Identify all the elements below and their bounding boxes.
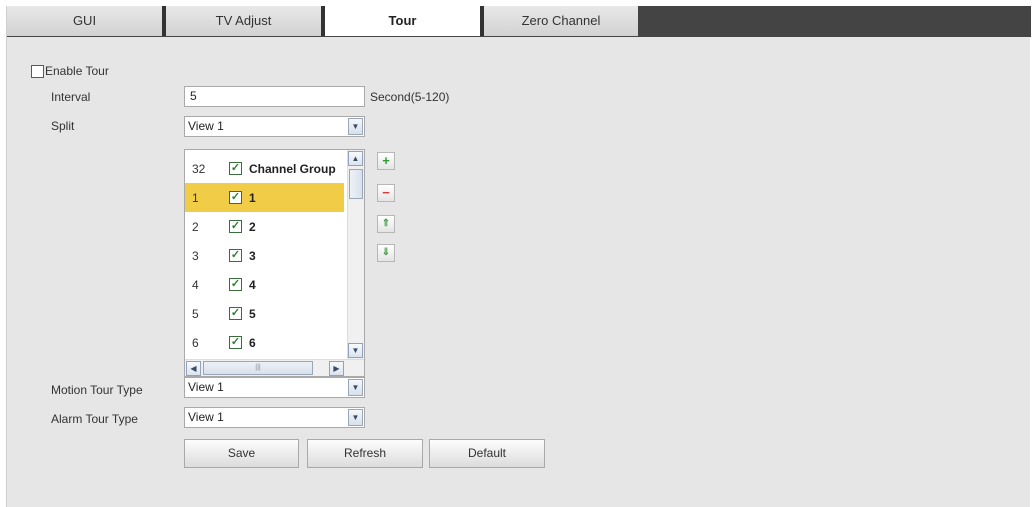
list-item-index: 6	[192, 336, 199, 350]
motion-tour-type-select[interactable]: View 1 ▼	[184, 377, 365, 398]
enable-tour-checkbox[interactable]	[31, 65, 44, 78]
tab-tv-adjust-label: TV Adjust	[215, 13, 272, 28]
vertical-scrollbar[interactable]: ▲ ▼	[347, 150, 364, 359]
list-item-name: 5	[249, 307, 256, 321]
channel-listbox[interactable]: 32 ✓ Channel Group 1 ✓ 1 2 ✓ 2 3 ✓ 3 4 ✓…	[184, 149, 365, 377]
list-item-index: 5	[192, 307, 199, 321]
channel-group-checkbox[interactable]: ✓	[229, 162, 242, 175]
list-item-name: 3	[249, 249, 256, 263]
interval-hint: Second(5-120)	[370, 90, 450, 104]
list-item[interactable]: 6 ✓ 6	[185, 328, 344, 357]
move-down-icon[interactable]: ⇓	[377, 244, 395, 262]
save-button[interactable]: Save	[184, 439, 299, 468]
split-label: Split	[51, 119, 75, 133]
list-item-index: 3	[192, 249, 199, 263]
tab-separator	[162, 6, 166, 36]
tab-separator	[321, 6, 325, 36]
list-item-checkbox[interactable]: ✓	[229, 278, 242, 291]
list-item-name: 6	[249, 336, 256, 350]
scrollbar-thumb[interactable]: |||	[203, 361, 313, 375]
horizontal-scrollbar[interactable]: ◀ ||| ▶	[185, 359, 364, 376]
scroll-left-icon[interactable]: ◀	[186, 361, 201, 376]
list-item[interactable]: 1 ✓ 1	[185, 183, 344, 212]
tab-bar: GUI TV Adjust Tour Zero Channel	[7, 6, 1031, 37]
chevron-down-icon[interactable]: ▼	[348, 409, 363, 426]
enable-tour-label: Enable Tour	[45, 64, 109, 78]
list-item-checkbox[interactable]: ✓	[229, 249, 242, 262]
motion-tour-type-value: View 1	[188, 380, 224, 394]
tab-tour-label: Tour	[388, 13, 417, 28]
scrollbar-thumb[interactable]	[349, 169, 363, 199]
list-item-checkbox[interactable]: ✓	[229, 307, 242, 320]
scroll-up-icon[interactable]: ▲	[348, 151, 363, 166]
tab-gui[interactable]: GUI	[7, 6, 162, 36]
channel-count: 32	[192, 162, 206, 176]
split-value: View 1	[188, 119, 224, 133]
alarm-tour-type-select[interactable]: View 1 ▼	[184, 407, 365, 428]
list-item-name: 2	[249, 220, 256, 234]
tab-tv-adjust[interactable]: TV Adjust	[162, 6, 321, 36]
chevron-down-icon[interactable]: ▼	[348, 379, 363, 396]
tab-tour[interactable]: Tour	[321, 6, 480, 36]
scroll-right-icon[interactable]: ▶	[329, 361, 344, 376]
list-item[interactable]: 3 ✓ 3	[185, 241, 344, 270]
default-button[interactable]: Default	[429, 439, 545, 468]
refresh-button[interactable]: Refresh	[307, 439, 423, 468]
channel-group-name: Channel Group	[249, 162, 336, 176]
tab-gui-label: GUI	[72, 13, 97, 28]
tour-settings-panel: GUI TV Adjust Tour Zero Channel Enable T…	[6, 6, 1031, 507]
list-item-index: 4	[192, 278, 199, 292]
chevron-down-icon[interactable]: ▼	[348, 118, 363, 135]
tab-separator	[480, 6, 484, 36]
interval-input[interactable]: 5	[184, 86, 365, 107]
list-item-index: 2	[192, 220, 199, 234]
list-item-checkbox[interactable]: ✓	[229, 220, 242, 233]
move-up-icon[interactable]: ⇑	[377, 215, 395, 233]
list-item-name: 1	[249, 191, 256, 205]
channel-group-header-row[interactable]: 32 ✓ Channel Group	[185, 154, 344, 183]
list-item[interactable]: 5 ✓ 5	[185, 299, 344, 328]
remove-icon[interactable]: −	[377, 184, 395, 202]
list-item-index: 1	[192, 191, 199, 205]
list-item-name: 4	[249, 278, 256, 292]
add-icon[interactable]: +	[377, 152, 395, 170]
scroll-down-icon[interactable]: ▼	[348, 343, 363, 358]
alarm-tour-type-value: View 1	[188, 410, 224, 424]
split-select[interactable]: View 1 ▼	[184, 116, 365, 137]
list-item[interactable]: 2 ✓ 2	[185, 212, 344, 241]
interval-label: Interval	[51, 90, 91, 104]
tab-zero-channel[interactable]: Zero Channel	[480, 6, 638, 36]
list-item[interactable]: 4 ✓ 4	[185, 270, 344, 299]
alarm-tour-type-label: Alarm Tour Type	[51, 412, 138, 426]
tab-zero-channel-label: Zero Channel	[521, 13, 601, 28]
motion-tour-type-label: Motion Tour Type	[51, 383, 143, 397]
list-item-checkbox[interactable]: ✓	[229, 191, 242, 204]
list-item-checkbox[interactable]: ✓	[229, 336, 242, 349]
